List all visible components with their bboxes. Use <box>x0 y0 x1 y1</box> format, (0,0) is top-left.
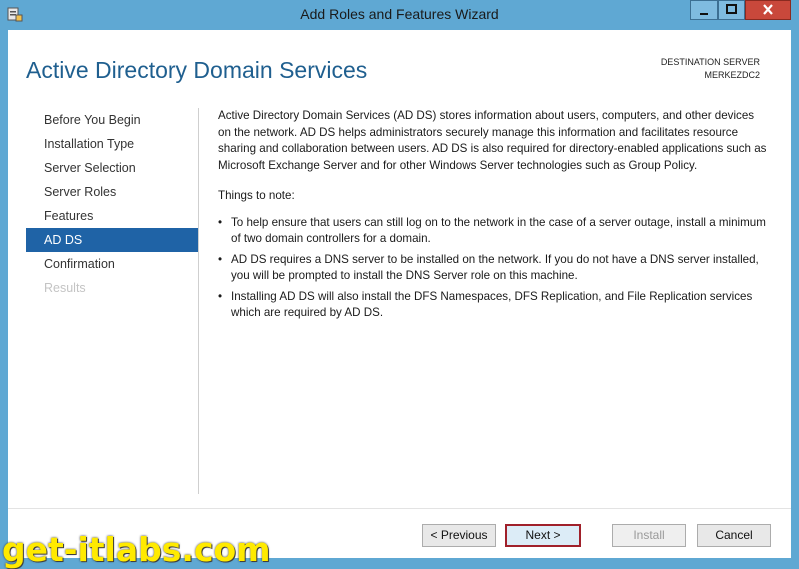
minimize-icon <box>700 13 708 15</box>
notes-heading: Things to note: <box>218 189 295 202</box>
minimize-button[interactable] <box>690 0 718 20</box>
nav-divider <box>198 108 199 494</box>
nav-item-features[interactable]: Features <box>26 204 198 228</box>
nav-item-confirmation[interactable]: Confirmation <box>26 252 198 276</box>
nav-item-ad-ds[interactable]: AD DS <box>26 228 198 252</box>
intro-text: Active Directory Domain Services (AD DS)… <box>218 109 767 172</box>
title-bar[interactable]: Add Roles and Features Wizard <box>0 0 799 30</box>
nav-item-server-roles[interactable]: Server Roles <box>26 180 198 204</box>
close-icon <box>763 4 773 15</box>
page-title: Active Directory Domain Services <box>26 57 368 83</box>
next-button[interactable]: Next > <box>505 524 581 547</box>
wizard-client-area: Active Directory Domain Services DESTINA… <box>8 30 791 558</box>
nav-item-results: Results <box>44 281 86 295</box>
destination-server-info: DESTINATION SERVER MERKEZDC2 <box>661 56 760 82</box>
notes-list: To help ensure that users can still log … <box>218 215 770 322</box>
wizard-window: Add Roles and Features Wizard Active Dir… <box>0 0 799 569</box>
wizard-nav: Before You Begin Installation Type Serve… <box>26 108 198 300</box>
nav-item-installation-type[interactable]: Installation Type <box>26 132 198 156</box>
maximize-icon <box>726 4 737 14</box>
window-title: Add Roles and Features Wizard <box>300 6 499 22</box>
install-button: Install <box>612 524 686 547</box>
destination-server-name: MERKEZDC2 <box>704 70 760 80</box>
list-item: AD DS requires a DNS server to be instal… <box>218 252 770 285</box>
cancel-button[interactable]: Cancel <box>697 524 771 547</box>
watermark-text: get-itlabs.com <box>2 530 271 569</box>
close-button[interactable] <box>745 0 791 20</box>
nav-item-before-you-begin[interactable]: Before You Begin <box>26 108 198 132</box>
list-item: Installing AD DS will also install the D… <box>218 289 770 322</box>
list-item: To help ensure that users can still log … <box>218 215 770 248</box>
nav-item-server-selection[interactable]: Server Selection <box>26 156 198 180</box>
content-pane: Active Directory Domain Services (AD DS)… <box>218 108 770 326</box>
footer-divider <box>8 508 791 509</box>
previous-button[interactable]: < Previous <box>422 524 496 547</box>
destination-label: DESTINATION SERVER <box>660 57 760 67</box>
maximize-button[interactable] <box>718 0 745 20</box>
